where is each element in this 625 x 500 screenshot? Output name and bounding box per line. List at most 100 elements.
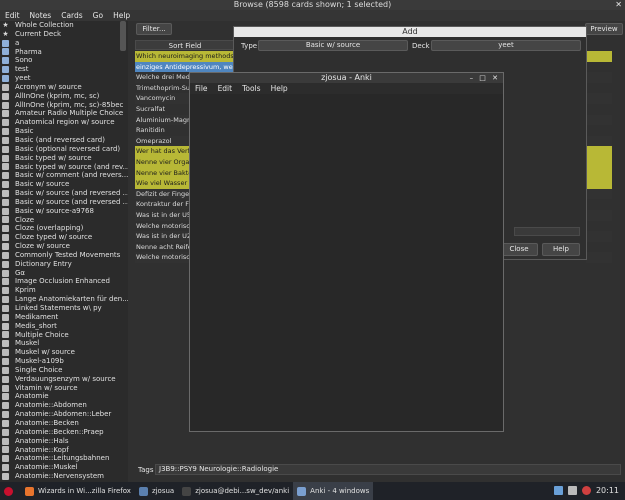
taskbar-item[interactable]: Anki - 4 windows	[293, 482, 374, 500]
sidebar-item[interactable]: Basic (optional reversed card)	[0, 145, 128, 154]
start-menu-button[interactable]	[0, 482, 21, 500]
table-row-cell[interactable]	[586, 242, 612, 253]
add-tags-field[interactable]	[514, 227, 580, 236]
sidebar-item[interactable]: Linked Statements w\ py	[0, 304, 128, 313]
table-row-cell[interactable]	[586, 125, 612, 136]
help-button[interactable]: Help	[542, 243, 580, 256]
sidebar-item[interactable]: Gα	[0, 269, 128, 278]
sidebar-item[interactable]: Multiple Choice	[0, 331, 128, 340]
sidebar-item[interactable]: Basic w/ comment (and revers...	[0, 171, 128, 180]
filter-button[interactable]: Filter...	[136, 23, 172, 35]
table-row-cell[interactable]	[586, 221, 612, 232]
menu-notes[interactable]: Notes	[30, 10, 52, 21]
sidebar-item[interactable]: Muskel-a109b	[0, 357, 128, 366]
taskbar-item[interactable]: zjosua	[135, 482, 178, 500]
sidebar-item[interactable]: yeet	[0, 74, 128, 83]
sidebar-item[interactable]: Medikament	[0, 313, 128, 322]
sidebar-scrollbar[interactable]	[120, 21, 126, 51]
menu-cards[interactable]: Cards	[61, 10, 82, 21]
sidebar-item[interactable]: Verdauungsenzym w/ source	[0, 375, 128, 384]
sidebar-item[interactable]: ★ Whole Collection	[0, 21, 128, 30]
sidebar-item[interactable]: AllInOne (kprim, mc, sc)-85bec	[0, 101, 128, 110]
sidebar-item[interactable]: Pharma	[0, 48, 128, 57]
table-row-cell[interactable]	[586, 209, 612, 221]
close-icon[interactable]: ✕	[615, 0, 622, 10]
sidebar-item[interactable]: Basic w/ source-a9768	[0, 207, 128, 216]
sidebar-item[interactable]: Anatomie::Hals	[0, 437, 128, 446]
sidebar-item[interactable]: Cloze (overlapping)	[0, 224, 128, 233]
taskbar-item[interactable]: zjosua@debi...sw_dev/anki	[178, 482, 293, 500]
table-row-cell[interactable]	[586, 83, 612, 94]
taskbar-item[interactable]: Wizards in Wi...zilla Firefox	[21, 482, 135, 500]
preview-button[interactable]: Preview	[585, 23, 623, 35]
sidebar-item[interactable]: Cloze	[0, 216, 128, 225]
sidebar-item[interactable]: Cloze w/ source	[0, 242, 128, 251]
sidebar-item[interactable]: Anatomie::Abdomen	[0, 401, 128, 410]
sidebar-item[interactable]: Basic (and reversed card)	[0, 136, 128, 145]
sidebar-item[interactable]: Anatomie::Becken::Praep	[0, 428, 128, 437]
sidebar-item[interactable]: Anatomical region w/ source	[0, 118, 128, 127]
tags-field[interactable]: J3B9::PSY9 Neurologie::Radiologie	[155, 464, 621, 475]
table-row-cell[interactable]	[586, 231, 612, 242]
deck-selector-button[interactable]: yeet	[431, 40, 581, 51]
menu-help[interactable]: Help	[271, 84, 288, 94]
sidebar-item[interactable]: Cloze typed w/ source	[0, 233, 128, 242]
menu-edit[interactable]: Edit	[5, 10, 20, 21]
table-row-cell[interactable]	[586, 104, 612, 115]
table-row-cell[interactable]	[586, 252, 612, 263]
volume-icon[interactable]	[568, 486, 577, 495]
window-controls[interactable]: – □ ✕	[470, 73, 500, 83]
table-row-cell[interactable]	[586, 72, 612, 83]
sidebar-item[interactable]: Image Occlusion Enhanced	[0, 277, 128, 286]
sidebar-item[interactable]: Anatomie	[0, 392, 128, 401]
table-row[interactable]: Which neuroimaging methods ar	[135, 51, 240, 62]
sidebar-item[interactable]: Anatomie::Muskel	[0, 463, 128, 472]
sidebar-item[interactable]: Anatomie::Nervensystem	[0, 472, 128, 481]
sidebar-item[interactable]: test	[0, 65, 128, 74]
sidebar-item[interactable]: Lange Anatomiekarten für den...	[0, 295, 128, 304]
sidebar-item[interactable]: Basic w/ source (and reversed ...	[0, 189, 128, 198]
network-icon[interactable]	[554, 486, 563, 495]
sidebar-item[interactable]: Single Choice	[0, 366, 128, 375]
sidebar-item[interactable]: Anatomie::Kopf	[0, 446, 128, 455]
sidebar-item[interactable]: ★ Current Deck	[0, 30, 128, 39]
sidebar-item[interactable]: Sono	[0, 56, 128, 65]
table-row-cell[interactable]	[586, 199, 612, 210]
sidebar-item[interactable]: Anatomie::Becken	[0, 419, 128, 428]
menu-edit[interactable]: Edit	[218, 84, 233, 94]
sidebar-item[interactable]: Anatomie::Abdomen::Leber	[0, 410, 128, 419]
sidebar-item[interactable]: Dictionary Entry	[0, 260, 128, 269]
table-row-cell[interactable]	[586, 178, 612, 189]
menu-tools[interactable]: Tools	[242, 84, 260, 94]
table-row-cell[interactable]	[586, 167, 612, 179]
table-row-cell[interactable]	[586, 114, 612, 126]
sidebar-item[interactable]: AllInOne (kprim, mc, sc)	[0, 92, 128, 101]
close-button[interactable]: Close	[500, 243, 538, 256]
table-row-cell[interactable]	[586, 146, 612, 157]
table-row-cell[interactable]	[586, 93, 612, 104]
table-row-cell[interactable]	[586, 156, 612, 168]
column-header-sort-field[interactable]: Sort Field	[135, 40, 235, 50]
sidebar-item[interactable]: Basic w/ source	[0, 180, 128, 189]
table-row[interactable]: einziges Antidepressivum, welch	[135, 61, 240, 73]
sidebar-item[interactable]: Basic typed w/ source	[0, 154, 128, 163]
sidebar-item[interactable]: Acronym w/ source	[0, 83, 128, 92]
table-row-cell[interactable]	[586, 62, 612, 73]
sidebar-item[interactable]: Amateur Radio Multiple Choice	[0, 109, 128, 118]
sidebar-item[interactable]: Vitamin w/ source	[0, 384, 128, 393]
sidebar-item[interactable]: Medis_short	[0, 322, 128, 331]
menu-file[interactable]: File	[195, 84, 208, 94]
power-icon[interactable]	[582, 486, 591, 495]
menu-help[interactable]: Help	[113, 10, 130, 21]
table-row-cell[interactable]	[586, 51, 612, 62]
sidebar-item[interactable]: Basic	[0, 127, 128, 136]
menu-go[interactable]: Go	[93, 10, 103, 21]
table-row-cell[interactable]	[586, 188, 612, 200]
sidebar-item[interactable]: Commonly Tested Movements	[0, 251, 128, 260]
sidebar-item[interactable]: Anatomie::Leitungsbahnen	[0, 454, 128, 463]
sidebar-item[interactable]: Basic typed w/ source (and rev...	[0, 163, 128, 172]
sidebar-item[interactable]: Muskel w/ source	[0, 348, 128, 357]
table-row-cell[interactable]	[586, 135, 612, 147]
sidebar-item[interactable]: Kprim	[0, 286, 128, 295]
sidebar-item[interactable]: Basic w/ source (and reversed ...	[0, 198, 128, 207]
